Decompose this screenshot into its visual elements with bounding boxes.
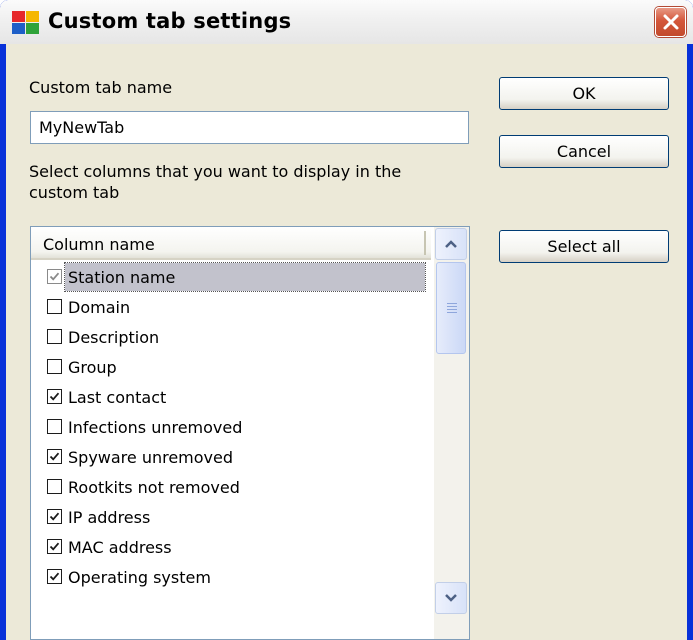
list-item[interactable]: IP address bbox=[31, 502, 431, 532]
column-checkbox[interactable] bbox=[47, 449, 62, 464]
list-item-label-area[interactable]: Group bbox=[65, 353, 425, 381]
column-checkbox[interactable] bbox=[47, 419, 62, 434]
columns-list[interactable]: Column name Station name Domain Descriptio… bbox=[30, 226, 470, 640]
tab-name-input[interactable] bbox=[30, 111, 469, 144]
column-checkbox[interactable] bbox=[47, 299, 62, 314]
chevron-up-icon bbox=[445, 240, 457, 248]
list-item[interactable]: Spyware unremoved bbox=[31, 442, 431, 472]
tab-name-label: Custom tab name bbox=[29, 78, 173, 97]
instructions-line-1: Select columns that you want to display … bbox=[29, 162, 402, 181]
thumb-grip bbox=[447, 312, 457, 313]
list-item[interactable]: MAC address bbox=[31, 532, 431, 562]
checkmark-icon bbox=[49, 272, 60, 281]
list-item-label: Spyware unremoved bbox=[68, 448, 234, 467]
cancel-button[interactable]: Cancel bbox=[499, 135, 669, 168]
checkmark-icon bbox=[49, 392, 60, 401]
columns-list-rows: Station name Domain Description Group Last c… bbox=[31, 262, 431, 592]
thumb-grip bbox=[447, 309, 457, 310]
header-separator[interactable] bbox=[424, 231, 426, 255]
vertical-scrollbar[interactable] bbox=[434, 227, 469, 639]
list-item-label-area[interactable]: Description bbox=[65, 323, 425, 351]
list-item-label: IP address bbox=[68, 508, 151, 527]
instructions-line-2: custom tab bbox=[29, 183, 120, 202]
list-item-label: Infections unremoved bbox=[68, 418, 243, 437]
list-item-label: Description bbox=[68, 328, 160, 347]
column-checkbox[interactable] bbox=[47, 389, 62, 404]
list-item-label: Station name bbox=[68, 268, 176, 287]
column-checkbox[interactable] bbox=[47, 329, 62, 344]
list-item[interactable]: Last contact bbox=[31, 382, 431, 412]
dialog-window: Custom tab settings Custom tab name Sele… bbox=[0, 0, 693, 640]
list-item[interactable]: Description bbox=[31, 322, 431, 352]
checkmark-icon bbox=[49, 572, 60, 581]
list-item-label-area[interactable]: IP address bbox=[65, 503, 425, 531]
list-item[interactable]: Operating system bbox=[31, 562, 431, 592]
list-item-label-area[interactable]: Last contact bbox=[65, 383, 425, 411]
list-item-label: Rootkits not removed bbox=[68, 478, 240, 497]
column-checkbox[interactable] bbox=[47, 509, 62, 524]
column-checkbox[interactable] bbox=[47, 569, 62, 584]
list-item-label: Operating system bbox=[68, 568, 211, 587]
chevron-down-icon bbox=[445, 594, 457, 602]
column-checkbox[interactable] bbox=[47, 479, 62, 494]
column-checkbox[interactable] bbox=[47, 539, 62, 554]
select-all-button[interactable]: Select all bbox=[499, 230, 669, 263]
list-item[interactable]: Station name bbox=[31, 262, 431, 292]
avg-app-icon bbox=[12, 11, 39, 34]
scroll-down-button[interactable] bbox=[435, 582, 467, 614]
column-checkbox[interactable] bbox=[47, 269, 62, 284]
list-item-label: Last contact bbox=[68, 388, 167, 407]
scroll-thumb[interactable] bbox=[436, 262, 466, 354]
list-item-label-area[interactable]: Infections unremoved bbox=[65, 413, 425, 441]
checkmark-icon bbox=[49, 512, 60, 521]
list-item-label: MAC address bbox=[68, 538, 172, 557]
scroll-up-button[interactable] bbox=[435, 228, 467, 260]
column-checkbox[interactable] bbox=[47, 359, 62, 374]
list-item[interactable]: Infections unremoved bbox=[31, 412, 431, 442]
list-item[interactable]: Group bbox=[31, 352, 431, 382]
checkmark-icon bbox=[49, 542, 60, 551]
list-item-label-area[interactable]: Spyware unremoved bbox=[65, 443, 425, 471]
list-item[interactable]: Domain bbox=[31, 292, 431, 322]
column-name-header-label: Column name bbox=[43, 235, 155, 254]
list-item-label: Group bbox=[68, 358, 117, 377]
list-item-label: Domain bbox=[68, 298, 131, 317]
dialog-client-area: Custom tab name Select columns that you … bbox=[6, 44, 687, 640]
title-bar[interactable]: Custom tab settings bbox=[0, 0, 693, 44]
ok-button[interactable]: OK bbox=[499, 77, 669, 110]
window-title: Custom tab settings bbox=[48, 9, 292, 33]
thumb-grip bbox=[447, 303, 457, 304]
list-item-label-area[interactable]: Domain bbox=[65, 293, 425, 321]
close-button[interactable] bbox=[655, 7, 686, 37]
thumb-grip bbox=[447, 306, 457, 307]
close-icon bbox=[663, 14, 679, 30]
list-item-label-area[interactable]: MAC address bbox=[65, 533, 425, 561]
list-item-label-area[interactable]: Operating system bbox=[65, 563, 425, 591]
column-name-header[interactable]: Column name bbox=[31, 227, 431, 260]
list-item-label-area[interactable]: Station name bbox=[64, 262, 426, 292]
list-item[interactable]: Rootkits not removed bbox=[31, 472, 431, 502]
checkmark-icon bbox=[49, 452, 60, 461]
list-item-label-area[interactable]: Rootkits not removed bbox=[65, 473, 425, 501]
